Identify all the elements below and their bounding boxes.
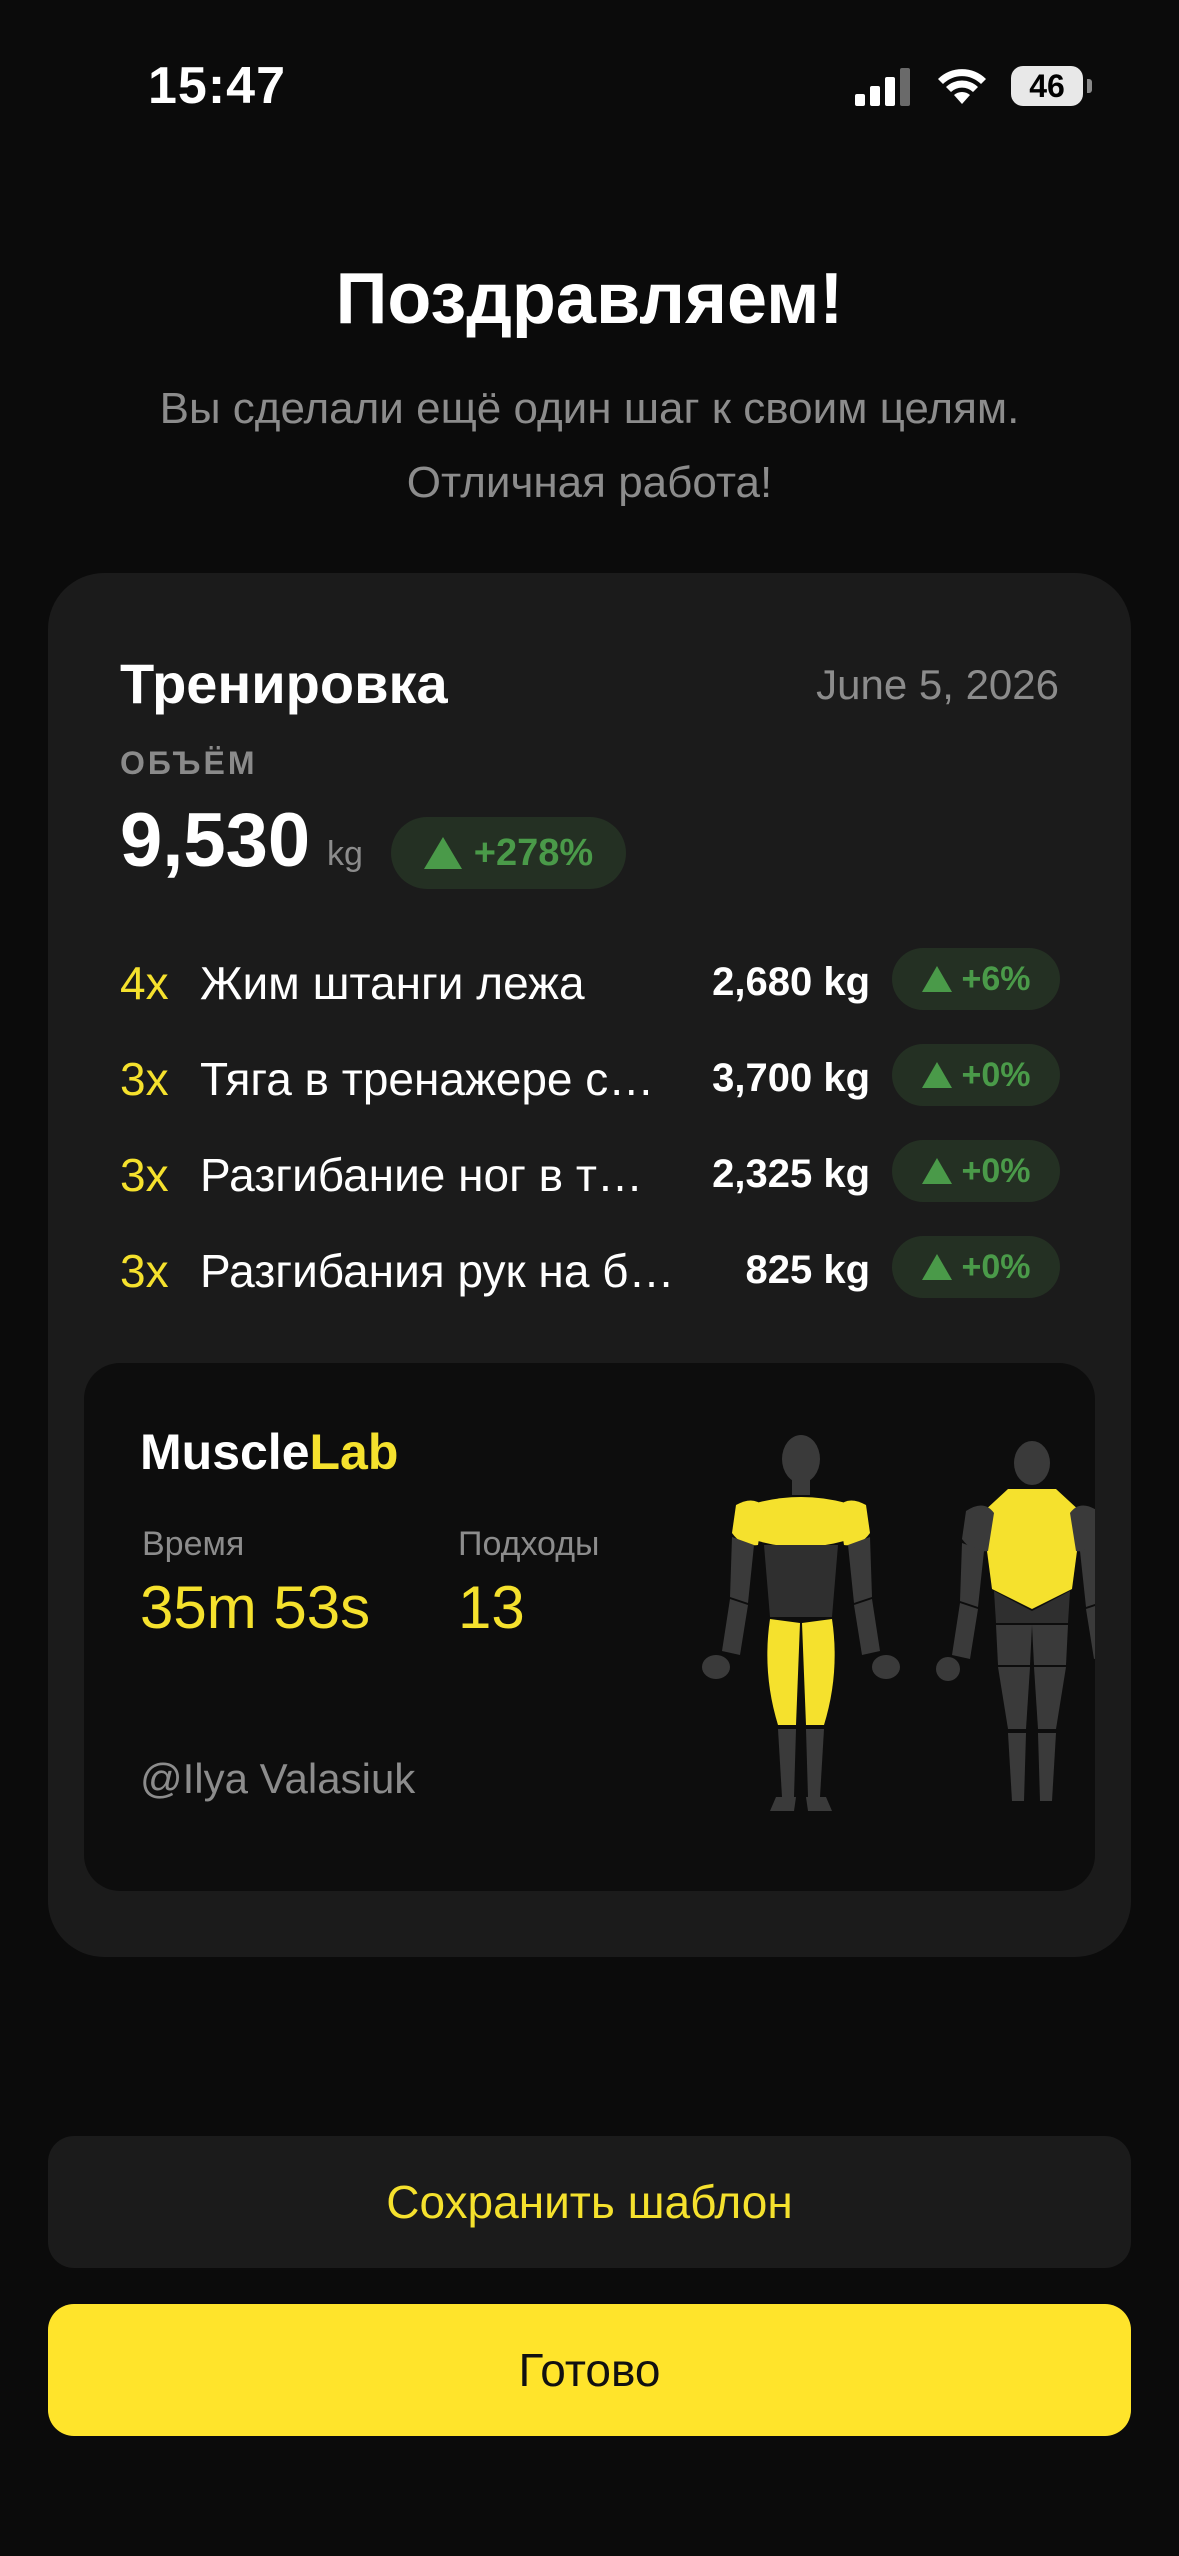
exercise-weight: 2,680 kg [712,960,870,1004]
volume-change-value: +278% [473,831,594,874]
exercise-name: Разгибание ног в т… [200,1149,643,1201]
workout-card: Тренировка June 5, 2026 ОБЪЁМ 9,530 kg +… [48,573,1131,1957]
muscle-map-front-icon [702,1435,900,1811]
volume-unit: kg [327,835,363,873]
exercise-change-badge: +0% [892,1140,1060,1202]
exercise-weight: 825 kg [745,1248,870,1292]
arrow-up-icon [423,837,462,869]
exercise-row: 3x Тяга в тренажере с… 3,700 kg +0% [120,1044,1060,1108]
volume-change-badge: +278% [391,817,626,889]
arrow-up-icon [921,1062,952,1088]
exercise-name: Жим штанги лежа [200,957,585,1009]
exercise-name: Тяга в тренажере с… [200,1053,655,1105]
page-subtitle: Вы сделали ещё один шаг к своим целям. О… [159,384,1020,507]
exercise-change-badge: +6% [892,948,1060,1010]
exercise-sets: 3x [120,1053,169,1105]
user-handle: @Ilya Valasiuk [140,1755,416,1802]
exercise-sets: 3x [120,1149,169,1201]
done-button[interactable]: Готово [48,2304,1131,2436]
exercise-change-value: +0% [961,1151,1031,1190]
exercise-change-value: +0% [961,1247,1031,1286]
wifi-icon [938,69,986,104]
volume-label: ОБЪЁМ [120,745,258,781]
muscle-map-back-icon [936,1441,1095,1801]
status-icons: 46 [855,62,1092,110]
exercise-change-value: +0% [961,1055,1031,1094]
exercise-row: 3x Разгибания рук на б… 825 kg +0% [120,1236,1060,1300]
exercise-sets: 4x [120,957,169,1009]
page-title: Поздравляем! [335,259,844,339]
exercise-row: 3x Разгибание ног в т… 2,325 kg +0% [120,1140,1060,1204]
exercise-row: 4x Жим штанги лежа 2,680 kg +6% [120,948,1060,1012]
exercise-name: Разгибания рук на б… [200,1245,675,1297]
exercise-change-badge: +0% [892,1236,1060,1298]
status-time: 15:47 [148,57,286,115]
sets-value: 13 [458,1574,525,1641]
time-value: 35m 53s [140,1574,371,1641]
exercise-weight: 2,325 kg [712,1152,870,1196]
workout-title: Тренировка [120,652,448,715]
battery-icon: 46 [1011,66,1092,106]
workout-date: June 5, 2026 [816,661,1059,708]
signal-icon [855,68,910,106]
save-template-button[interactable]: Сохранить шаблон [48,2136,1131,2268]
time-label: Время [142,1525,245,1563]
exercise-weight: 3,700 kg [712,1056,870,1100]
sets-label: Подходы [458,1525,600,1563]
exercise-change-value: +6% [961,959,1031,998]
volume-value: 9,530 [120,798,311,883]
arrow-up-icon [921,966,952,992]
arrow-up-icon [921,1254,952,1280]
arrow-up-icon [921,1158,952,1184]
brand-logo: MuscleLab [140,1424,399,1480]
exercise-sets: 3x [120,1245,169,1297]
status-bar: 15:47 46 [0,0,1179,170]
share-summary-card: MuscleLab Время 35m 53s Подходы 13 @Ilya… [84,1363,1095,1891]
exercise-change-badge: +0% [892,1044,1060,1106]
